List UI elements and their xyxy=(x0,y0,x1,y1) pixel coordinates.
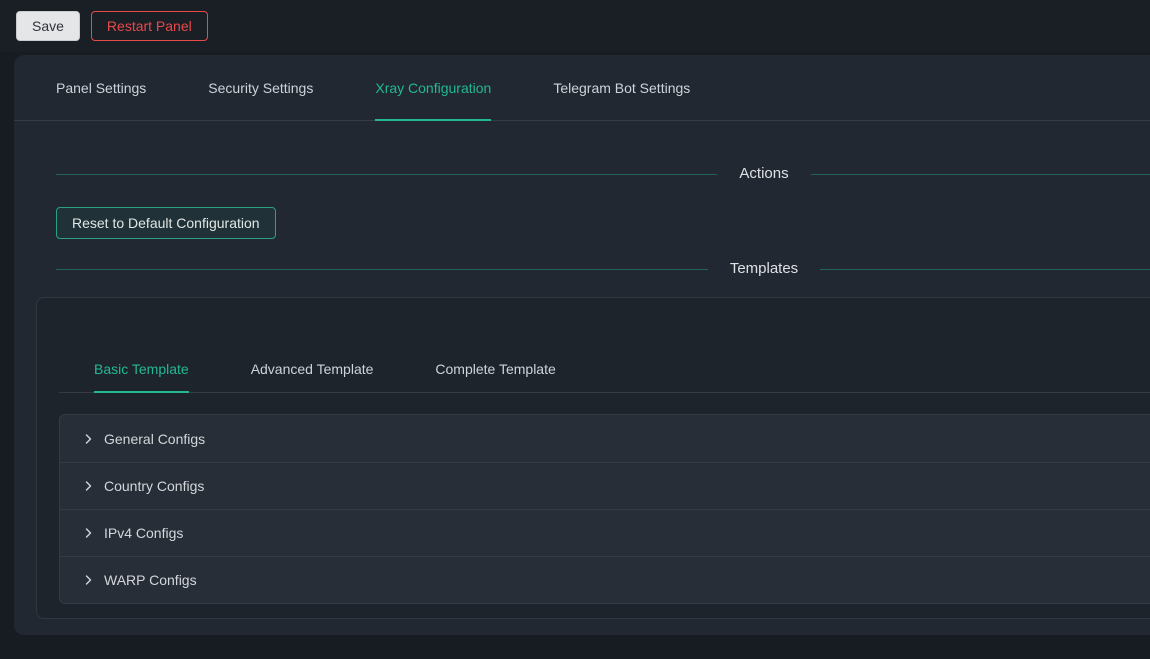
accordion-general-configs[interactable]: General Configs xyxy=(60,415,1150,462)
accordion-warp-configs[interactable]: WARP Configs xyxy=(60,556,1150,603)
accordion-ipv4-configs[interactable]: IPv4 Configs xyxy=(60,509,1150,556)
top-toolbar: Save Restart Panel xyxy=(0,0,1150,52)
save-button[interactable]: Save xyxy=(16,11,80,41)
template-tabs: Basic Template Advanced Template Complet… xyxy=(59,346,1150,393)
chevron-right-icon xyxy=(82,480,94,492)
tab-complete-template[interactable]: Complete Template xyxy=(435,346,555,392)
accordion-label: Country Configs xyxy=(104,478,204,494)
divider-line xyxy=(820,269,1150,270)
divider-line xyxy=(811,174,1150,175)
accordion-label: WARP Configs xyxy=(104,572,197,588)
tab-content: Actions Reset to Default Configuration T… xyxy=(14,163,1150,280)
divider-line xyxy=(56,269,708,270)
tab-xray-configuration[interactable]: Xray Configuration xyxy=(375,55,491,120)
settings-card: Panel Settings Security Settings Xray Co… xyxy=(14,55,1150,635)
actions-divider-label: Actions xyxy=(739,163,788,185)
tab-security-settings[interactable]: Security Settings xyxy=(208,55,313,120)
accordion-country-configs[interactable]: Country Configs xyxy=(60,462,1150,509)
tab-advanced-template[interactable]: Advanced Template xyxy=(251,346,374,392)
templates-divider: Templates xyxy=(56,258,1150,280)
config-accordion: General Configs Country Configs IPv4 Con… xyxy=(59,414,1150,604)
chevron-right-icon xyxy=(82,574,94,586)
reset-default-configuration-button[interactable]: Reset to Default Configuration xyxy=(56,207,276,239)
templates-divider-label: Templates xyxy=(730,258,798,280)
settings-tabs: Panel Settings Security Settings Xray Co… xyxy=(14,55,1150,121)
app-screen: Save Restart Panel Panel Settings Securi… xyxy=(0,0,1150,659)
restart-panel-button[interactable]: Restart Panel xyxy=(91,11,208,41)
divider-line xyxy=(56,174,717,175)
tab-telegram-bot-settings[interactable]: Telegram Bot Settings xyxy=(553,55,690,120)
tab-panel-settings[interactable]: Panel Settings xyxy=(56,55,146,120)
templates-panel: Basic Template Advanced Template Complet… xyxy=(36,297,1150,619)
chevron-right-icon xyxy=(82,433,94,445)
chevron-right-icon xyxy=(82,527,94,539)
accordion-label: General Configs xyxy=(104,431,205,447)
tab-basic-template[interactable]: Basic Template xyxy=(94,346,189,392)
actions-divider: Actions xyxy=(56,163,1150,185)
accordion-label: IPv4 Configs xyxy=(104,525,183,541)
